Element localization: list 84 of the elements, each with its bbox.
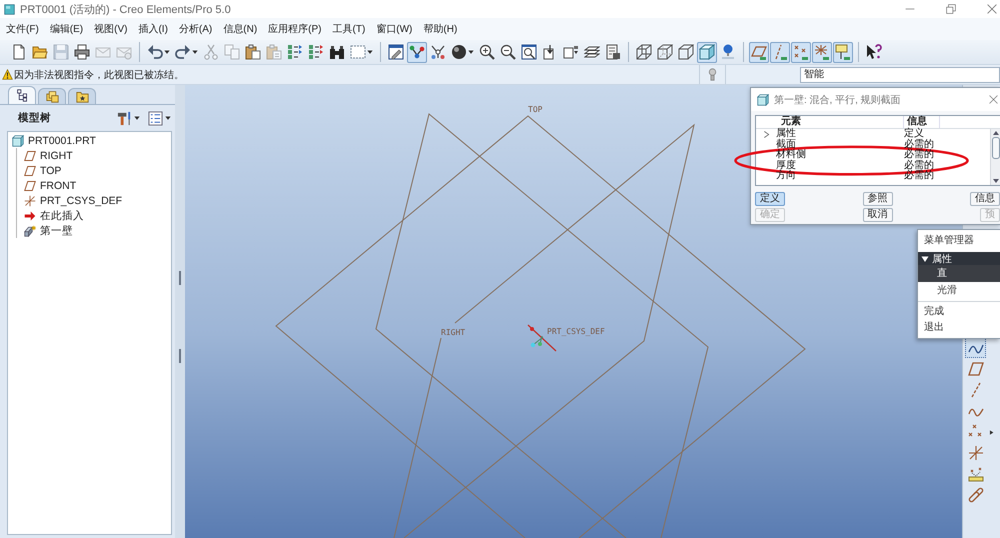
info-cell-text: 必需的 bbox=[904, 140, 934, 150]
menu-item[interactable]: 视图(V) bbox=[90, 20, 132, 38]
status-message: 因为非法视图指令，此视图已被冻结。 bbox=[14, 68, 184, 82]
menu-item[interactable]: 完成 bbox=[918, 304, 1000, 320]
knob-icon bbox=[706, 68, 719, 81]
tree-item[interactable]: 在此插入 bbox=[24, 208, 84, 223]
tools-icon bbox=[117, 110, 132, 126]
arrow-icon bbox=[24, 210, 36, 222]
menu-section-header[interactable]: 属性 bbox=[918, 252, 1000, 265]
caret-icon[interactable] bbox=[164, 49, 170, 55]
caret-icon bbox=[134, 115, 140, 121]
plane-label: TOP bbox=[528, 105, 542, 114]
splitter-handle[interactable] bbox=[179, 271, 181, 285]
menu-item[interactable]: 光滑 bbox=[918, 282, 1000, 299]
panel-tab[interactable] bbox=[8, 86, 36, 104]
info-cell-text: 必需的 bbox=[904, 160, 934, 171]
dialog-button[interactable]: 参照 bbox=[862, 192, 892, 206]
triangle-icon[interactable] bbox=[921, 254, 929, 262]
cube-icon bbox=[12, 134, 24, 146]
tree-item[interactable]: TOP bbox=[24, 163, 62, 178]
menu-item[interactable]: 插入(I) bbox=[134, 20, 172, 38]
menu-manager-title: 菜单管理器 bbox=[923, 234, 975, 248]
menu-item[interactable]: 文件(F) bbox=[2, 20, 43, 38]
filter-field[interactable]: 智能 bbox=[800, 66, 1000, 82]
caret-icon[interactable] bbox=[192, 49, 198, 55]
column-header: 信息 bbox=[904, 116, 940, 128]
folders-icon[interactable] bbox=[46, 90, 58, 103]
element-cell[interactable]: 厚度 bbox=[776, 160, 796, 172]
tree-item[interactable]: RIGHT bbox=[24, 148, 73, 163]
info-cell-text: 必需的 bbox=[904, 150, 934, 160]
star-folder-icon[interactable] bbox=[76, 90, 88, 103]
plane-icon bbox=[24, 150, 36, 162]
tree-item[interactable]: PRT_CSYS_DEF bbox=[24, 193, 122, 208]
menu-item[interactable]: 信息(N) bbox=[219, 20, 262, 38]
element-cell[interactable]: 方向 bbox=[776, 171, 796, 182]
scroll-thumb[interactable] bbox=[992, 137, 1000, 159]
caret-icon[interactable] bbox=[367, 49, 373, 55]
menu-item[interactable]: 帮助(H) bbox=[419, 20, 462, 38]
tree-item[interactable]: 第一壁 bbox=[24, 223, 73, 238]
tree-item[interactable]: PRT0001.PRT bbox=[12, 133, 96, 148]
menu-item[interactable]: 直 bbox=[918, 265, 1000, 282]
column-header: 元素 bbox=[756, 116, 904, 128]
app-icon bbox=[4, 4, 15, 14]
restore-icon[interactable] bbox=[946, 4, 956, 14]
list-icon bbox=[148, 110, 163, 126]
dialog-title: 第一壁: 混合, 平行, 规则截面 bbox=[774, 94, 901, 106]
caret-icon[interactable] bbox=[468, 49, 474, 55]
flyout-arrow-icon[interactable] bbox=[989, 430, 994, 434]
tree-structure-icon[interactable] bbox=[16, 89, 28, 102]
plane-icon bbox=[24, 180, 36, 192]
info-cell-text: 定义 bbox=[904, 129, 924, 139]
dialog-button[interactable]: 信息 bbox=[970, 192, 1000, 206]
dialog-button[interactable]: 定义 bbox=[755, 192, 785, 206]
element-cell[interactable]: 材料侧 bbox=[776, 150, 806, 161]
cube-icon bbox=[757, 94, 769, 106]
menu-item[interactable]: 编辑(E) bbox=[46, 20, 88, 38]
element-cell[interactable]: 属性 bbox=[776, 129, 796, 140]
dialog-button[interactable]: 取消 bbox=[862, 208, 892, 222]
menu-item[interactable]: 窗口(W) bbox=[372, 20, 416, 38]
block-sparkle-icon bbox=[24, 224, 36, 236]
close-icon[interactable] bbox=[989, 95, 998, 104]
close-icon[interactable] bbox=[987, 4, 997, 14]
panel-tab[interactable] bbox=[68, 88, 96, 104]
warning-icon bbox=[2, 69, 13, 80]
scrollbar[interactable] bbox=[990, 129, 1000, 185]
redo-icon[interactable] bbox=[175, 44, 191, 60]
scroll-up-icon[interactable] bbox=[992, 131, 998, 135]
caret-icon bbox=[165, 115, 171, 121]
undo-icon[interactable] bbox=[147, 44, 163, 60]
scroll-down-icon[interactable] bbox=[992, 179, 998, 183]
menu-item[interactable]: 工具(T) bbox=[328, 20, 370, 38]
window-title: PRT0001 (活动的) - Creo Elements/Pro 5.0 bbox=[20, 2, 231, 16]
csys-label: PRT_CSYS_DEF bbox=[547, 327, 605, 336]
splitter-handle[interactable] bbox=[179, 349, 181, 363]
plane-label: RIGHT bbox=[441, 328, 466, 337]
menu-item[interactable]: 应用程序(P) bbox=[264, 20, 326, 38]
menu-item[interactable]: 退出 bbox=[918, 320, 1000, 336]
show-dropdown-button[interactable] bbox=[148, 110, 171, 126]
axes-icon bbox=[24, 194, 36, 206]
tree-item[interactable]: FRONT bbox=[24, 178, 76, 193]
panel-title: 模型树 bbox=[18, 111, 51, 125]
settings-dropdown-button[interactable] bbox=[117, 110, 140, 126]
menu-item[interactable]: 分析(A) bbox=[174, 20, 216, 38]
plane-icon bbox=[24, 164, 36, 176]
